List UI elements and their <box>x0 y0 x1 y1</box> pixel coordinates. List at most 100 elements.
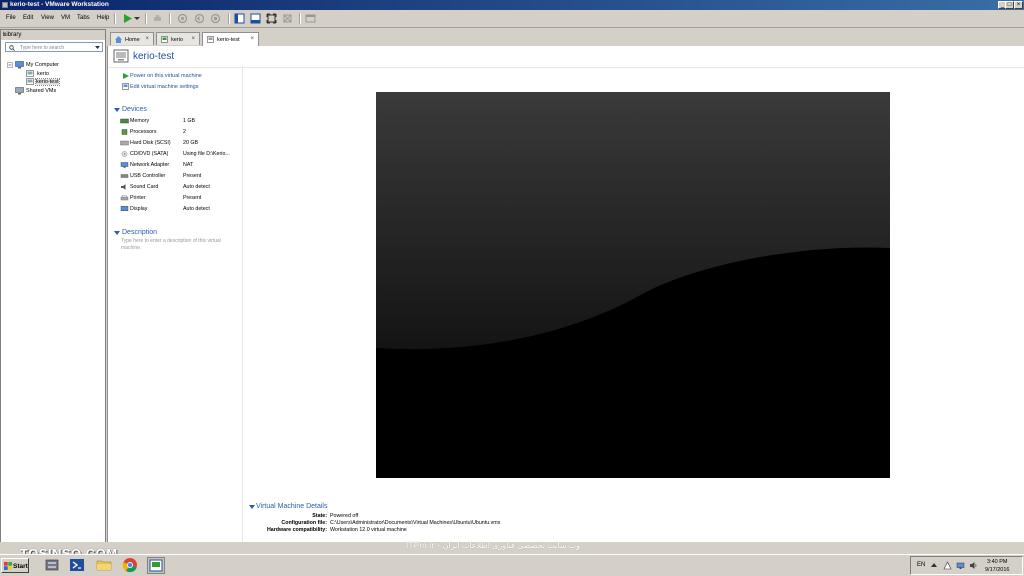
display-icon <box>120 206 129 212</box>
vmware-workstation-taskbar-icon[interactable] <box>147 556 165 574</box>
detail-label-hw-compat: Hardware compatibility: <box>266 527 327 533</box>
unity-icon[interactable] <box>282 13 293 24</box>
send-ctrl-alt-del-icon[interactable] <box>152 13 163 24</box>
menu-view[interactable]: View <box>41 15 54 21</box>
devices-section-header[interactable]: Devices <box>122 106 147 113</box>
computer-icon <box>15 61 24 69</box>
tree-item-my-computer[interactable]: My Computer <box>26 62 59 68</box>
full-screen-icon[interactable] <box>266 13 277 24</box>
device-name-network-adapter[interactable]: Network Adapter <box>130 162 169 168</box>
toolbar-separator <box>114 13 116 24</box>
cd-dvd-icon <box>121 151 128 157</box>
divider <box>108 67 1024 68</box>
device-name-sound-card[interactable]: Sound Card <box>130 184 158 190</box>
menu-edit[interactable]: Edit <box>23 15 33 21</box>
tree-item-shared-vms[interactable]: Shared VMs <box>26 88 56 94</box>
snapshot-manager-icon[interactable] <box>210 13 221 24</box>
collapse-arrow-icon[interactable] <box>114 231 120 236</box>
vm-details-header[interactable]: Virtual Machine Details <box>256 503 327 510</box>
server-manager-icon[interactable] <box>44 557 60 573</box>
device-value-hard-disk: 20 GB <box>183 140 199 146</box>
snapshot-icon[interactable] <box>177 13 188 24</box>
device-name-memory[interactable]: Memory <box>130 118 149 124</box>
library-search-placeholder: Type here to search <box>20 44 65 51</box>
vm-icon <box>161 36 168 43</box>
menu-file[interactable]: File <box>6 15 16 21</box>
show-library-icon[interactable] <box>234 13 245 24</box>
start-button[interactable]: Start <box>1 558 29 573</box>
detail-label-config-file: Configuration file: <box>281 520 327 526</box>
collapse-arrow-icon[interactable] <box>249 505 255 510</box>
network-icon[interactable] <box>956 561 965 570</box>
taskbar: Start EN 3:40 PM 9/17/2016 <box>0 554 1024 576</box>
tab-kerio[interactable]: kerio × <box>156 32 200 45</box>
tab-bar: Home × kerio × kerio-test × <box>107 29 1024 46</box>
toolbar-separator <box>145 13 147 24</box>
tree-item-kerio[interactable]: kerio <box>37 71 49 77</box>
start-label: Start <box>13 562 28 570</box>
device-value-sound-card: Auto detect <box>183 184 210 190</box>
vm-icon <box>26 70 34 77</box>
menu-help[interactable]: Help <box>97 15 109 21</box>
tree-item-kerio-test[interactable]: kerio-test <box>35 78 60 86</box>
tab-close-icon[interactable]: × <box>145 36 149 42</box>
watermark-itpro: ITPro.ir - وب سایت تخصصی فناوری اطلاعات … <box>406 541 581 550</box>
tree-collapse-icon[interactable] <box>7 62 13 68</box>
clock-time[interactable]: 3:40 PM <box>987 559 1007 565</box>
language-indicator[interactable]: EN <box>917 562 925 568</box>
action-center-icon[interactable] <box>943 561 952 570</box>
title-bar: kerio-test - VMware Workstation _ □ × <box>0 0 1024 10</box>
device-value-memory: 1 GB <box>183 118 196 124</box>
device-name-hard-disk[interactable]: Hard Disk (SCSI) <box>130 140 171 146</box>
device-value-network-adapter: NAT <box>183 162 194 168</box>
maximize-button[interactable]: □ <box>1005 1 1014 9</box>
chrome-icon[interactable] <box>122 557 138 573</box>
chevron-down-icon[interactable] <box>95 46 100 50</box>
memory-icon <box>120 118 129 124</box>
tab-home[interactable]: Home × <box>110 32 154 45</box>
detail-value-state: Powered off <box>330 513 359 519</box>
power-on-icon[interactable] <box>122 13 133 24</box>
device-value-usb-controller: Present <box>183 173 202 179</box>
system-tray: EN 3:40 PM 9/17/2016 <box>910 556 1023 575</box>
vm-summary-panel: kerio-test Power on this virtual machine… <box>107 46 1024 542</box>
device-name-cd-dvd[interactable]: CD/DVD (SATA) <box>130 151 168 157</box>
menu-vm[interactable]: VM <box>61 15 70 21</box>
processor-icon <box>121 129 128 135</box>
vm-icon <box>26 78 34 85</box>
file-explorer-icon[interactable] <box>96 557 112 573</box>
power-dropdown-icon[interactable] <box>134 13 140 24</box>
description-field[interactable]: Type here to enter a description of this… <box>121 238 231 252</box>
library-panel: Library × Type here to search My Compute… <box>0 29 106 543</box>
sound-card-icon <box>121 184 126 190</box>
description-section-header[interactable]: Description <box>122 229 157 236</box>
device-name-usb-controller[interactable]: USB Controller <box>130 173 165 179</box>
tab-kerio-test[interactable]: kerio-test × <box>202 32 259 46</box>
close-button[interactable]: × <box>1014 1 1023 9</box>
tab-close-icon[interactable]: × <box>250 36 254 42</box>
power-on-link[interactable]: Power on this virtual machine <box>130 73 202 79</box>
menu-tabs[interactable]: Tabs <box>77 15 90 21</box>
vm-title: kerio-test <box>133 51 175 62</box>
library-search-input[interactable]: Type here to search <box>5 42 103 52</box>
vm-screen-preview[interactable] <box>376 92 890 478</box>
tray-expand-icon[interactable] <box>931 562 937 568</box>
revert-snapshot-icon[interactable] <box>194 13 205 24</box>
show-thumbnail-bar-icon[interactable] <box>250 13 261 24</box>
device-value-cd-dvd: Using file D:\Kerio... <box>183 151 230 157</box>
device-name-processors[interactable]: Processors <box>130 129 157 135</box>
console-view-icon[interactable] <box>305 13 316 24</box>
library-close-button[interactable]: × <box>3 32 102 38</box>
network-adapter-icon <box>120 162 129 168</box>
clock-date[interactable]: 9/17/2016 <box>985 567 1009 573</box>
speaker-icon[interactable] <box>969 561 978 570</box>
device-name-printer[interactable]: Printer <box>130 195 146 201</box>
vm-details-section: Virtual Machine Details State: Powered o… <box>243 502 1023 542</box>
edit-settings-link[interactable]: Edit virtual machine settings <box>130 84 198 90</box>
device-name-display[interactable]: Display <box>130 206 147 212</box>
powershell-icon[interactable] <box>69 557 85 573</box>
divider <box>242 66 243 542</box>
collapse-arrow-icon[interactable] <box>114 108 120 113</box>
tab-close-icon[interactable]: × <box>191 36 195 42</box>
vm-screen-thumbnail <box>376 92 890 478</box>
